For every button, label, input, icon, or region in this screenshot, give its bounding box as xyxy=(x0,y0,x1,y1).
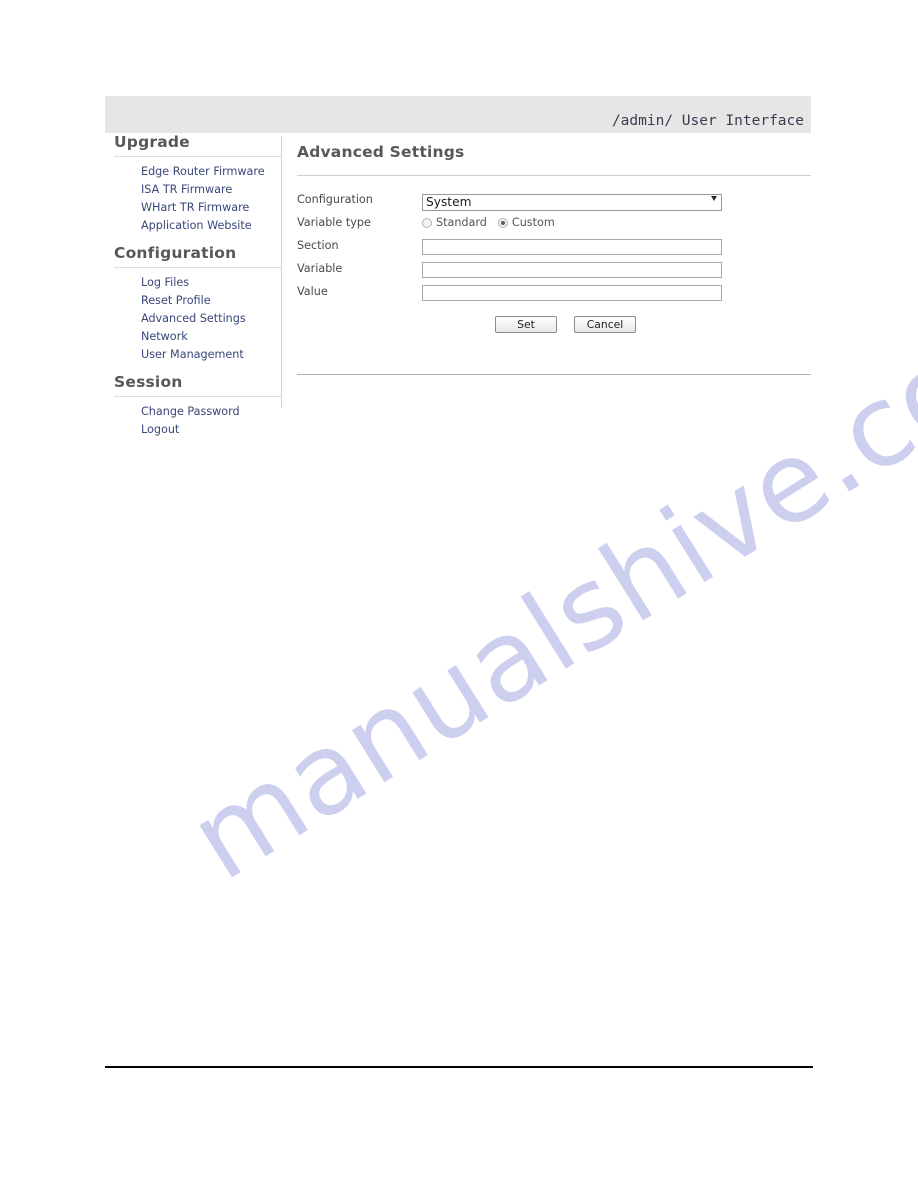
sidebar-item-application-website[interactable]: Application Website xyxy=(105,220,281,238)
sidebar-item-logout[interactable]: Logout xyxy=(105,424,281,442)
content-panel: Advanced Settings Configuration System V… xyxy=(297,133,811,376)
section-input[interactable] xyxy=(422,239,722,256)
sidebar-group-configuration: Configuration Log Files Reset Profile Ad… xyxy=(105,244,281,367)
radio-standard[interactable]: Standard xyxy=(422,216,491,229)
content-top-rule xyxy=(297,175,811,177)
sidebar-item-reset-profile[interactable]: Reset Profile xyxy=(105,295,281,313)
sidebar-group-session: Session Change Password Logout xyxy=(105,373,281,442)
list-item: Network xyxy=(105,331,281,349)
field-configuration: System xyxy=(422,191,811,212)
field-variable xyxy=(422,259,811,279)
sidebar-item-advanced-settings[interactable]: Advanced Settings xyxy=(105,313,281,331)
list-item: WHart TR Firmware xyxy=(105,202,281,220)
sidebar-item-whart-tr-firmware[interactable]: WHart TR Firmware xyxy=(105,202,281,220)
label-value: Value xyxy=(297,285,328,299)
variable-type-radio-group: Standard Custom xyxy=(422,214,811,231)
label-variable-type: Variable type xyxy=(297,216,371,230)
sidebar-item-change-password[interactable]: Change Password xyxy=(105,406,281,424)
watermark-text: manualshive.com xyxy=(168,262,918,906)
list-item: Reset Profile xyxy=(105,295,281,313)
radio-button-icon[interactable] xyxy=(422,217,432,228)
page-title: Advanced Settings xyxy=(297,143,465,162)
sidebar-item-log-files[interactable]: Log Files xyxy=(105,277,281,295)
sidebar-item-edge-router-firmware[interactable]: Edge Router Firmware xyxy=(105,166,281,184)
content-bottom-rule xyxy=(297,374,811,376)
list-item: Logout xyxy=(105,424,281,442)
sidebar-heading-configuration: Configuration xyxy=(114,244,237,262)
form-row-variable: Variable xyxy=(297,257,811,280)
list-item: Advanced Settings xyxy=(105,313,281,331)
field-value xyxy=(422,282,811,302)
label-variable: Variable xyxy=(297,262,343,276)
list-item: Application Website xyxy=(105,220,281,238)
radio-custom[interactable]: Custom xyxy=(497,216,559,230)
sidebar-list-upgrade: Edge Router Firmware ISA TR Firmware WHa… xyxy=(105,157,281,238)
sidebar-list-session: Change Password Logout xyxy=(105,397,281,442)
sidebar-heading-upgrade: Upgrade xyxy=(114,133,190,151)
list-item: Log Files xyxy=(105,277,281,295)
radio-custom-label: Custom xyxy=(511,216,555,230)
page-footer-rule xyxy=(105,1066,813,1068)
radio-button-selected-icon[interactable] xyxy=(497,217,508,228)
configuration-select[interactable]: System xyxy=(422,194,722,212)
list-item: ISA TR Firmware xyxy=(105,184,281,202)
breadcrumb-path: /admin/ User Interface xyxy=(611,113,804,129)
configuration-select-wrap: System xyxy=(422,191,722,212)
field-section xyxy=(422,236,811,256)
sidebar-heading-session: Session xyxy=(114,373,183,391)
list-item: Edge Router Firmware xyxy=(105,166,281,184)
sidebar-item-user-management[interactable]: User Management xyxy=(105,349,281,367)
label-configuration: Configuration xyxy=(297,193,373,207)
radio-standard-label: Standard xyxy=(436,216,487,230)
variable-input[interactable] xyxy=(422,262,722,279)
page-body: Upgrade Edge Router Firmware ISA TR Firm… xyxy=(105,133,811,453)
sidebar-list-configuration: Log Files Reset Profile Advanced Setting… xyxy=(105,268,281,367)
sidebar-group-upgrade: Upgrade Edge Router Firmware ISA TR Firm… xyxy=(105,133,281,238)
sidebar-navigation: Upgrade Edge Router Firmware ISA TR Firm… xyxy=(105,133,281,442)
set-button[interactable]: Set xyxy=(495,316,557,334)
list-item: Change Password xyxy=(105,406,281,424)
advanced-settings-form: Configuration System Variable type Stand… xyxy=(297,188,811,334)
page-canvas: manualshive.com /admin/ User Interface U… xyxy=(0,0,918,1188)
form-actions: Set Cancel xyxy=(495,316,811,334)
list-item: User Management xyxy=(105,349,281,367)
form-row-configuration: Configuration System xyxy=(297,188,811,212)
form-row-section: Section xyxy=(297,234,811,257)
header-bar: /admin/ User Interface xyxy=(105,96,811,133)
field-variable-type: Standard Custom xyxy=(422,214,811,231)
cancel-button[interactable]: Cancel xyxy=(574,316,636,334)
form-row-value: Value xyxy=(297,280,811,303)
form-row-variable-type: Variable type Standard Custom xyxy=(297,211,811,234)
sidebar-item-isa-tr-firmware[interactable]: ISA TR Firmware xyxy=(105,184,281,202)
value-input[interactable] xyxy=(422,285,722,302)
sidebar-item-network[interactable]: Network xyxy=(105,331,281,349)
label-section: Section xyxy=(297,239,339,253)
